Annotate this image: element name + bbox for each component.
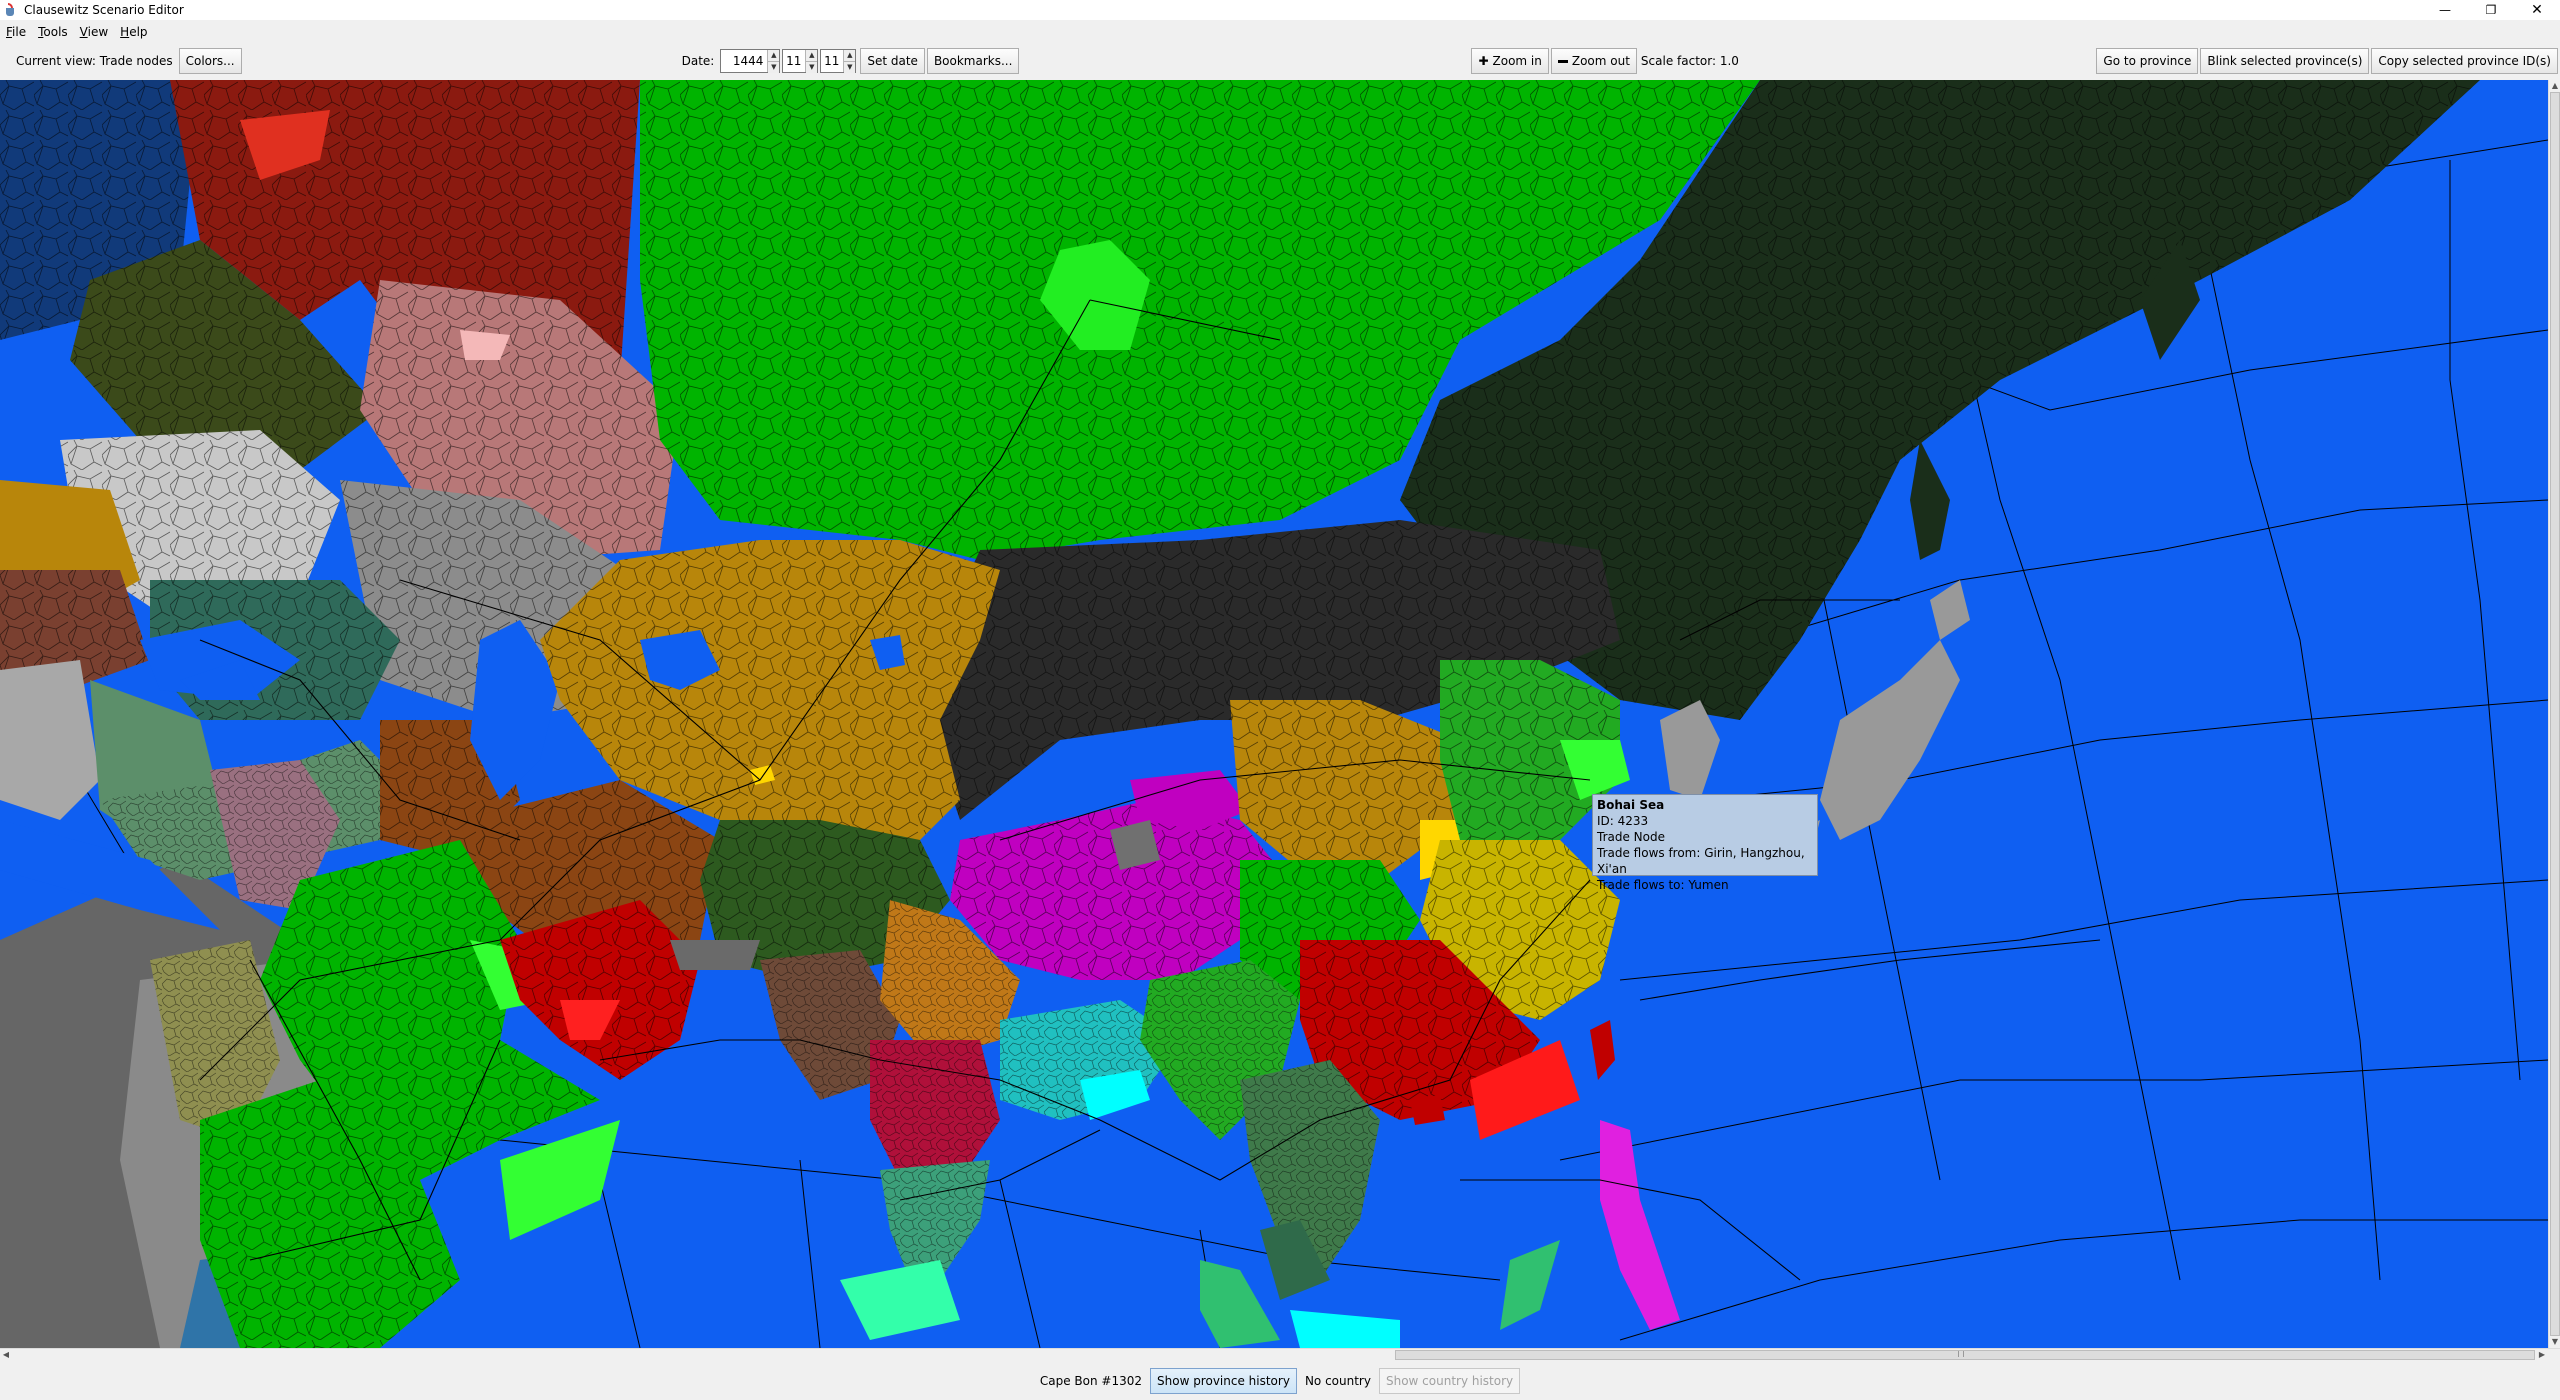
year-spinner[interactable]: 1444 ▲ ▼ [720, 49, 781, 73]
show-country-history-button[interactable]: Show country history [1378, 1368, 1521, 1394]
month-value: 11 [786, 54, 802, 68]
hovered-province-label: Cape Bon #1302 [1039, 1374, 1142, 1388]
menu-tools[interactable]: Tools [32, 25, 74, 39]
close-button[interactable]: ✕ [2514, 0, 2560, 20]
month-spinner-arrows[interactable]: ▲ ▼ [805, 50, 818, 73]
toolbar: Current view: Trade nodes Colors... Date… [0, 44, 2560, 78]
scroll-left-icon[interactable]: ◀ [0, 1349, 12, 1361]
blink-provinces-button[interactable]: Blink selected province(s) [2200, 48, 2370, 74]
scroll-right-icon[interactable]: ▶ [2536, 1349, 2548, 1361]
restore-button[interactable]: ❐ [2468, 0, 2514, 20]
spinner-down-icon: ▼ [768, 62, 780, 73]
title-bar: Clausewitz Scenario Editor — ❐ ✕ [0, 0, 2560, 20]
window-title: Clausewitz Scenario Editor [24, 3, 184, 17]
minimize-button[interactable]: — [2422, 0, 2468, 20]
java-app-icon [4, 3, 18, 17]
tooltip-type: Trade Node [1597, 830, 1665, 844]
plus-icon: ✚ [1478, 54, 1489, 68]
scroll-up-icon[interactable]: ▲ [2549, 80, 2560, 92]
go-to-province-button[interactable]: Go to province [2096, 48, 2199, 74]
scale-factor-label: Scale factor: 1.0 [1640, 54, 1739, 68]
current-view-label: Current view: Trade nodes [16, 54, 173, 68]
zoom-in-button[interactable]: ✚ Zoom in [1471, 48, 1549, 74]
tooltip-flows-to: Trade flows to: Yumen [1597, 878, 1729, 892]
trade-node-map[interactable] [0, 80, 2548, 1348]
minus-icon [1557, 59, 1568, 63]
editor-window: Clausewitz Scenario Editor — ❐ ✕ File To… [0, 0, 2560, 1400]
scroll-grip-icon [1958, 1351, 1964, 1357]
day-spinner[interactable]: 11 ▲ ▼ [820, 49, 857, 73]
menu-file[interactable]: File [0, 25, 32, 39]
menu-view[interactable]: View [74, 25, 114, 39]
year-spinner-arrows[interactable]: ▲ ▼ [767, 50, 780, 73]
window-controls: — ❐ ✕ [2422, 0, 2560, 20]
set-date-button[interactable]: Set date [860, 48, 925, 74]
menu-bar: File Tools View Help [0, 22, 2560, 42]
year-value: 1444 [732, 54, 764, 68]
zoom-out-button[interactable]: Zoom out [1550, 48, 1637, 74]
spinner-down-icon: ▼ [806, 62, 818, 73]
tooltip-title: Bohai Sea [1597, 798, 1665, 812]
copy-province-ids-button[interactable]: Copy selected province ID(s) [2371, 48, 2558, 74]
vertical-scrollbar[interactable]: ▲ ▼ [2548, 80, 2560, 1348]
tooltip-id: ID: 4233 [1597, 814, 1649, 828]
map-canvas[interactable]: Bohai Sea ID: 4233 Trade Node Trade flow… [0, 80, 2548, 1348]
tooltip-flows-from: Trade flows from: Girin, Hangzhou, Xi'an [1597, 846, 1805, 876]
menu-help[interactable]: Help [114, 25, 153, 39]
horizontal-scrollbar[interactable]: ◀ ▶ [0, 1348, 2560, 1360]
month-spinner[interactable]: 11 ▲ ▼ [782, 49, 819, 73]
colors-button[interactable]: Colors... [178, 48, 242, 74]
spinner-down-icon: ▼ [844, 62, 856, 73]
show-province-history-button[interactable]: Show province history [1150, 1368, 1297, 1394]
date-label: Date: [681, 54, 715, 68]
spinner-up-icon: ▲ [768, 50, 780, 62]
scroll-down-icon[interactable]: ▼ [2549, 1336, 2560, 1348]
day-spinner-arrows[interactable]: ▲ ▼ [843, 50, 856, 73]
bookmarks-button[interactable]: Bookmarks... [926, 48, 1020, 74]
vertical-scroll-thumb[interactable] [2550, 92, 2560, 1336]
spinner-up-icon: ▲ [844, 50, 856, 62]
spinner-up-icon: ▲ [806, 50, 818, 62]
province-tooltip: Bohai Sea ID: 4233 Trade Node Trade flow… [1592, 794, 1818, 892]
horizontal-scroll-thumb[interactable] [1395, 1350, 2535, 1360]
day-value: 11 [824, 54, 840, 68]
country-label: No country [1304, 1374, 1371, 1388]
status-bar: Cape Bon #1302 Show province history No … [0, 1362, 2560, 1400]
